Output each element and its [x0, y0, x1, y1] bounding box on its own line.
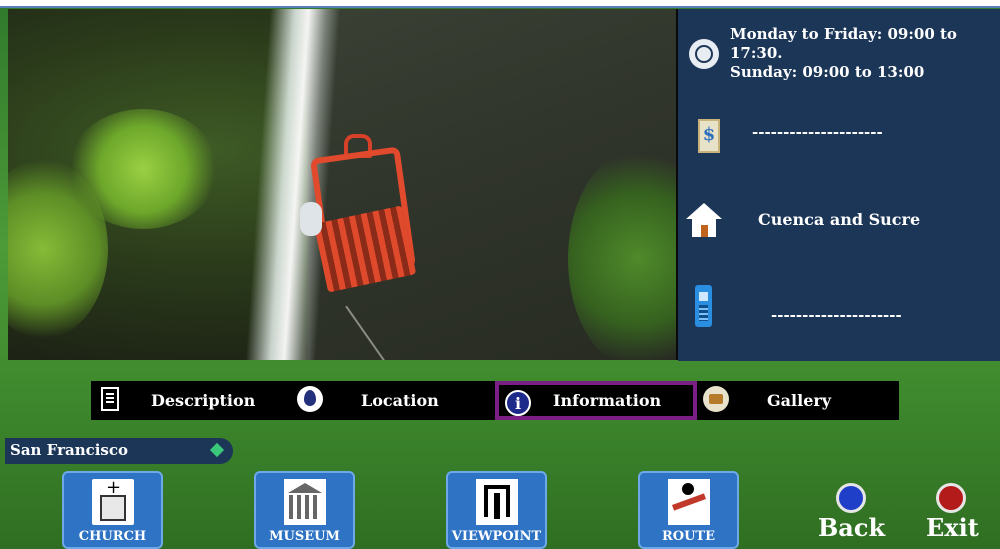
clock-icon: [689, 39, 719, 69]
camera-icon: [703, 386, 729, 412]
tab-location[interactable]: Location: [291, 381, 481, 420]
tab-label: Location: [361, 391, 439, 410]
back-dot-icon: [836, 483, 866, 513]
address-value: Cuenca and Sucre: [758, 210, 921, 229]
info-panel: Monday to Friday: 09:00 to 17:30. Sunday…: [678, 9, 1000, 361]
church-button[interactable]: CHURCH: [62, 471, 163, 549]
museum-button-label: MUSEUM: [269, 529, 340, 544]
price-value: ---------------------: [752, 123, 883, 141]
exit-label: Exit: [926, 513, 979, 542]
phone-icon: [695, 285, 712, 327]
opening-hours-line: Sunday: 09:00 to 13:00: [730, 63, 925, 81]
church-icon: [92, 477, 134, 525]
tab-label: Information: [553, 391, 662, 410]
viewpoint-icon: [476, 479, 518, 525]
back-button[interactable]: Back: [818, 483, 888, 545]
top-border: [0, 0, 1000, 8]
back-label: Back: [818, 513, 886, 542]
tab-information[interactable]: i Information: [495, 381, 697, 420]
map-pin-icon: [297, 386, 323, 412]
exit-button[interactable]: Exit: [920, 483, 990, 545]
route-button-label: ROUTE: [661, 529, 716, 544]
tab-label: Description: [151, 391, 256, 410]
viewpoint-button[interactable]: VIEWPOINT: [446, 471, 547, 549]
museum-button[interactable]: MUSEUM: [254, 471, 355, 549]
exit-dot-icon: [936, 483, 966, 513]
route-button[interactable]: ROUTE: [638, 471, 739, 549]
viewpoint-button-label: VIEWPOINT: [451, 529, 542, 544]
diamond-icon: [209, 442, 225, 458]
church-button-label: CHURCH: [78, 529, 147, 544]
passenger: [300, 202, 322, 236]
opening-hours: Monday to Friday: 09:00 to 17:30. Sunday…: [730, 25, 998, 82]
location-pill: San Francisco: [5, 438, 233, 464]
cable-car: [300, 134, 423, 304]
opening-hours-line: 17:30.: [730, 44, 783, 62]
phone-value: ---------------------: [771, 306, 902, 324]
tab-gallery[interactable]: Gallery: [697, 381, 877, 420]
house-icon: [686, 203, 722, 237]
info-icon: i: [505, 390, 531, 416]
location-name: San Francisco: [10, 441, 129, 459]
opening-hours-line: Monday to Friday: 09:00 to: [730, 25, 957, 43]
tab-bar: Description Location i Information Galle…: [91, 381, 899, 420]
attraction-photo: [8, 9, 678, 360]
museum-icon: [284, 479, 326, 525]
tab-description[interactable]: Description: [91, 381, 271, 420]
tab-label: Gallery: [767, 391, 832, 410]
document-icon: [101, 387, 119, 411]
route-icon: [668, 479, 710, 525]
price-icon: $: [698, 119, 720, 153]
